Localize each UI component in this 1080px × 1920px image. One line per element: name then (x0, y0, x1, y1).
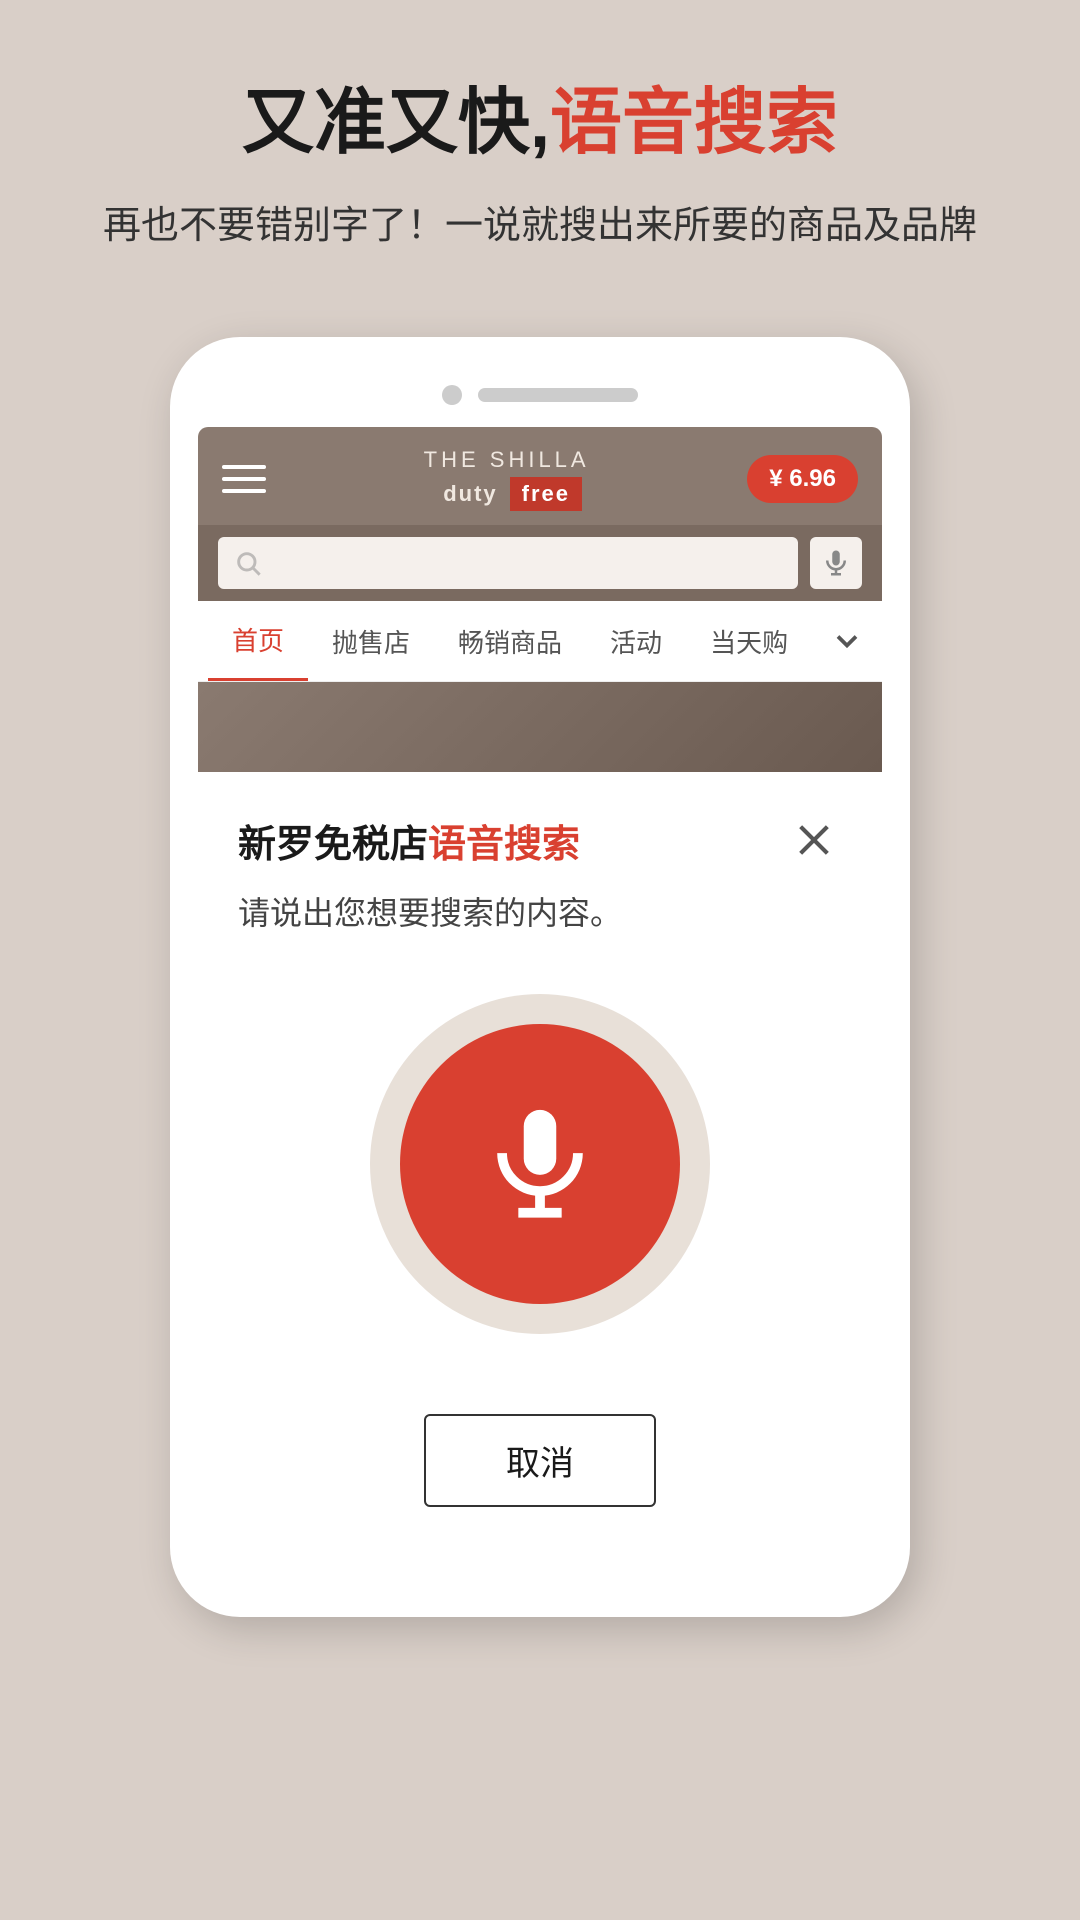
voice-title-part1: 新罗免税店 (238, 824, 428, 866)
chevron-down-icon (829, 623, 865, 659)
voice-title: 新罗免税店语音搜索 (238, 813, 580, 868)
nav-tab-bestseller[interactable]: 畅销商品 (434, 603, 586, 680)
close-icon (794, 820, 834, 860)
nav-dropdown-button[interactable] (822, 616, 872, 666)
mic-circle-container (238, 994, 842, 1334)
brand-name: THE SHILLA (424, 447, 590, 473)
cancel-btn-row: 取消 (238, 1414, 842, 1507)
headline: 又准又快,语音搜索 (60, 80, 1020, 166)
nav-tab-sale[interactable]: 抛售店 (308, 603, 434, 680)
nav-tab-home[interactable]: 首页 (208, 601, 308, 681)
subtitle: 再也不要错别字了！一说就搜出来所要的商品及品牌 (60, 196, 1020, 257)
duty-free-logo: duty free (431, 477, 582, 511)
free-text: free (510, 477, 582, 511)
phone-screen: THE SHILLA duty free ¥ 6.96 (198, 427, 882, 1557)
voice-prompt: 请说出您想要搜索的内容。 (238, 888, 842, 934)
close-button[interactable] (786, 812, 842, 868)
headline-part1: 又准又快, (242, 83, 550, 163)
search-icon (234, 549, 262, 577)
nav-tab-activity[interactable]: 活动 (586, 603, 686, 680)
voice-search-overlay: 新罗免税店语音搜索 请说出您想要搜索的内容。 (198, 772, 882, 1557)
banner-area (198, 682, 882, 772)
voice-title-row: 新罗免税店语音搜索 (238, 812, 842, 868)
headline-part2: 语音搜索 (550, 83, 838, 163)
camera-dot (442, 385, 462, 405)
mic-icon (821, 548, 851, 578)
points-badge[interactable]: ¥ 6.96 (747, 455, 858, 503)
mic-large-icon (475, 1099, 605, 1229)
search-input-area[interactable] (218, 537, 798, 589)
phone-notch (198, 367, 882, 427)
points-value: ¥ 6.96 (769, 465, 836, 493)
mic-outer-circle (370, 994, 710, 1334)
hamburger-icon[interactable] (222, 465, 266, 493)
speaker-bar (478, 388, 638, 402)
logo-area: THE SHILLA duty free (424, 447, 590, 511)
mic-search-button[interactable] (810, 537, 862, 589)
cancel-button[interactable]: 取消 (424, 1414, 656, 1507)
nav-tabs: 首页 抛售店 畅销商品 活动 当天购 (198, 601, 882, 682)
app-header: THE SHILLA duty free ¥ 6.96 (198, 427, 882, 525)
voice-title-part2: 语音搜索 (428, 824, 580, 866)
top-section: 又准又快,语音搜索 再也不要错别字了！一说就搜出来所要的商品及品牌 (0, 0, 1080, 297)
duty-text: duty (431, 477, 509, 511)
phone-wrapper: THE SHILLA duty free ¥ 6.96 (170, 337, 910, 1617)
phone-frame: THE SHILLA duty free ¥ 6.96 (170, 337, 910, 1617)
nav-tab-today[interactable]: 当天购 (686, 603, 812, 680)
mic-button[interactable] (400, 1024, 680, 1304)
search-bar (198, 525, 882, 601)
